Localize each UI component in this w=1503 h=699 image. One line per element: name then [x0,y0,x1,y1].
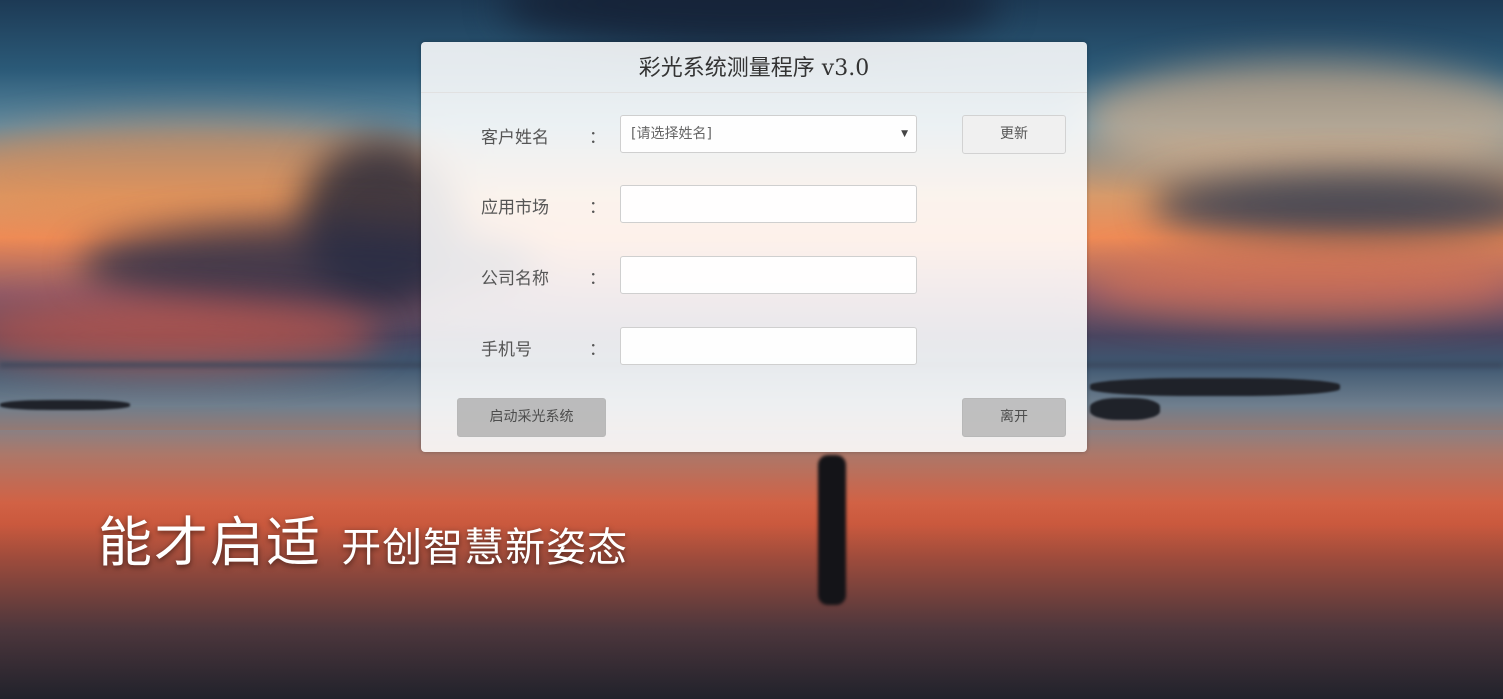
company-label: 公司名称 [481,269,549,289]
customer-name-selected: [请选择姓名] [631,126,712,142]
panel-title: 彩光系统测量程序 v3.0 [421,42,1087,93]
colon: ： [589,340,606,360]
market-label: 应用市场 [481,198,549,218]
row-market: 应用市场 ： [421,185,1087,225]
row-company: 公司名称 ： [421,256,1087,296]
slogan: 能才启适 开创智慧新姿态 [98,498,628,577]
rock [1090,398,1160,420]
slogan-sub: 开创智慧新姿态 [341,525,629,571]
colon: ： [589,269,606,289]
caret-down-icon: ▼ [901,129,908,139]
colon: ： [589,128,606,148]
update-button[interactable]: 更新 [962,115,1066,154]
login-panel: 彩光系统测量程序 v3.0 客户姓名 ： [请选择姓名] ▼ 更新 应用市场 ：… [421,42,1087,452]
cloud [1090,250,1503,320]
rock [0,400,130,410]
person-reflection [818,455,846,605]
phone-input[interactable] [620,327,917,365]
rock [1090,378,1340,396]
cloud [0,300,380,370]
colon: ： [589,198,606,218]
start-system-button[interactable]: 启动采光系统 [457,398,606,437]
customer-name-select[interactable]: [请选择姓名] ▼ [620,115,917,153]
row-phone: 手机号 ： [421,327,1087,367]
phone-label: 手机号 [481,340,532,360]
leave-button[interactable]: 离开 [962,398,1066,437]
customer-name-label: 客户姓名 [481,128,549,148]
slogan-main: 能才启适 [98,511,322,574]
company-input[interactable] [620,256,917,294]
cloud [1080,60,1503,180]
cloud [1150,170,1503,240]
market-input[interactable] [620,185,917,223]
